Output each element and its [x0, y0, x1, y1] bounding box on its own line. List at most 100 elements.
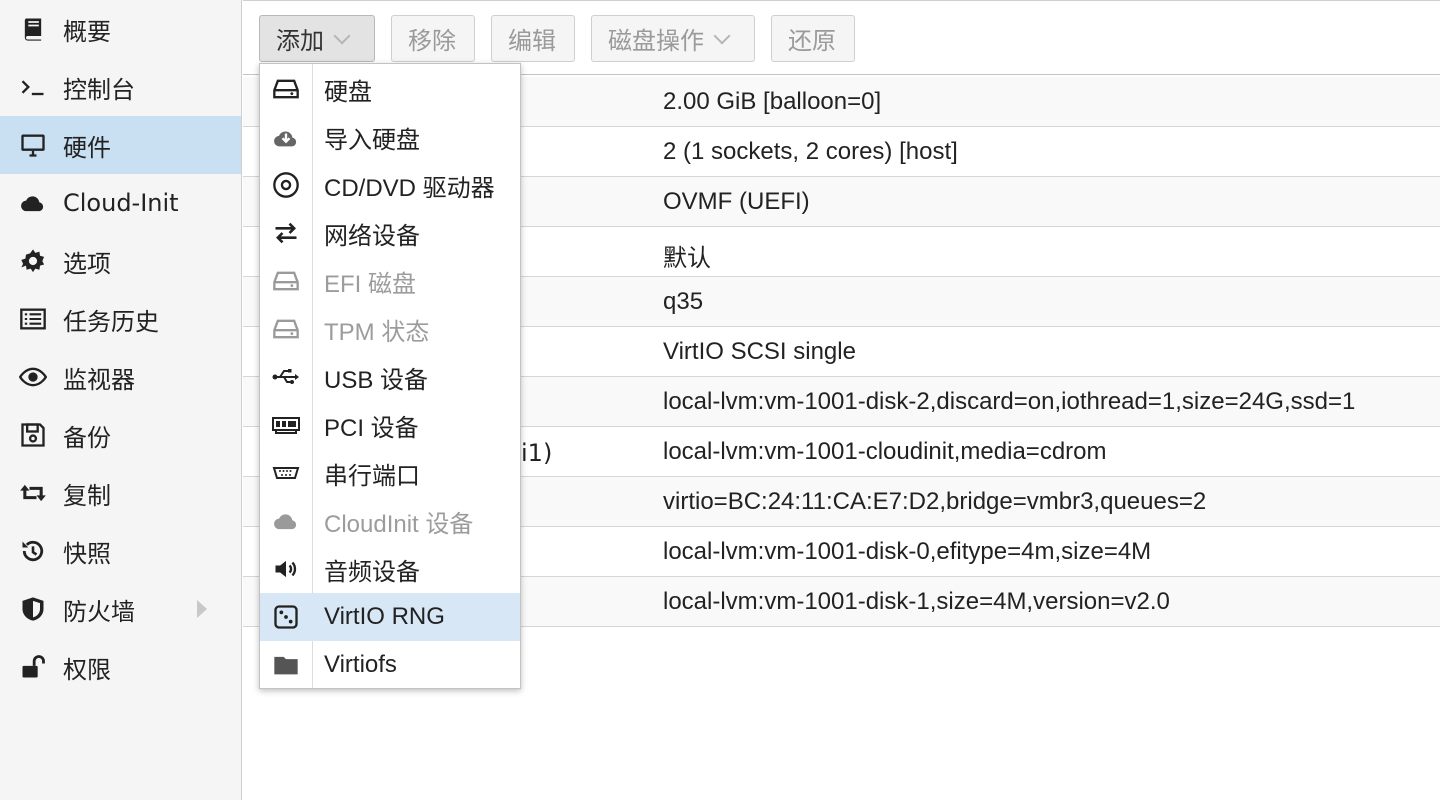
- menu-item-label: 硬盘: [324, 78, 372, 106]
- add-button-label: 添加: [276, 27, 324, 55]
- menu-item-pci-device[interactable]: PCI 设备: [260, 401, 520, 449]
- row-value: q35: [663, 288, 704, 315]
- menu-item-efi-disk[interactable]: EFI 磁盘: [260, 257, 520, 305]
- chevron-down-icon: [713, 27, 731, 44]
- usb-icon: [260, 353, 312, 401]
- menu-item-label: EFI 磁盘: [324, 270, 417, 298]
- hdd-icon: [260, 65, 312, 113]
- cloud-icon: [18, 188, 48, 218]
- retweet-icon: [18, 478, 48, 508]
- sidebar-item-monitor[interactable]: 监视器: [0, 348, 241, 406]
- pci-card-icon: [260, 401, 312, 449]
- menu-item-serial-port[interactable]: 串行端口: [260, 449, 520, 497]
- menu-item-virtiofs[interactable]: Virtiofs: [260, 641, 520, 689]
- sidebar-item-label: Cloud-Init: [63, 189, 179, 217]
- edit-button[interactable]: 编辑: [491, 15, 575, 62]
- menu-item-tpm-state[interactable]: TPM 状态: [260, 305, 520, 353]
- row-value: local-lvm:vm-1001-disk-1,size=4M,version…: [663, 588, 1170, 615]
- menu-item-hard-disk[interactable]: 硬盘: [260, 65, 520, 113]
- desktop-icon: [18, 130, 48, 160]
- menu-item-label: USB 设备: [324, 366, 429, 394]
- sidebar-item-label: 任务历史: [63, 307, 159, 336]
- revert-button[interactable]: 还原: [771, 15, 855, 62]
- sidebar-item-label: 选项: [63, 249, 111, 278]
- sidebar-item-options[interactable]: 选项: [0, 232, 241, 290]
- menu-item-cloudinit-device[interactable]: CloudInit 设备: [260, 497, 520, 545]
- menu-item-usb-device[interactable]: USB 设备: [260, 353, 520, 401]
- menu-item-label: 音频设备: [324, 558, 420, 586]
- cloud-download-icon: [260, 113, 312, 161]
- unlock-icon: [18, 652, 48, 682]
- sidebar-item-label: 硬件: [63, 133, 111, 162]
- menu-item-label: 导入硬盘: [324, 126, 420, 154]
- row-value: local-lvm:vm-1001-disk-2,discard=on,ioth…: [663, 388, 1356, 415]
- edit-button-label: 编辑: [508, 27, 556, 55]
- menu-item-label: Virtiofs: [324, 651, 397, 678]
- dice-icon: [260, 593, 312, 641]
- menu-item-virtio-rng[interactable]: VirtIO RNG: [260, 593, 520, 641]
- row-value: local-lvm:vm-1001-cloudinit,media=cdrom: [663, 438, 1107, 465]
- menu-item-label: 网络设备: [324, 222, 420, 250]
- sidebar-item-hardware[interactable]: 硬件: [0, 116, 241, 174]
- sidebar-item-label: 监视器: [63, 365, 135, 394]
- menu-item-label: PCI 设备: [324, 414, 419, 442]
- cloud-icon: [260, 497, 312, 545]
- menu-item-label: CloudInit 设备: [324, 510, 474, 538]
- terminal-icon: [18, 72, 48, 102]
- sidebar-item-firewall[interactable]: 防火墙: [0, 580, 241, 638]
- menu-item-label: VirtIO RNG: [324, 603, 445, 630]
- row-value: VirtIO SCSI single: [663, 338, 856, 365]
- menu-item-label: 串行端口: [324, 462, 420, 490]
- menu-item-network-device[interactable]: 网络设备: [260, 209, 520, 257]
- sidebar-item-label: 快照: [63, 539, 111, 568]
- menu-item-label: TPM 状态: [324, 318, 430, 346]
- sidebar-item-label: 控制台: [63, 75, 135, 104]
- sidebar-item-task-history[interactable]: 任务历史: [0, 290, 241, 348]
- add-dropdown-menu: 硬盘 导入硬盘 CD/DVD 驱动器 网络设备 EFI 磁盘 TPM 状态 US…: [259, 63, 521, 689]
- sidebar-item-permissions[interactable]: 权限: [0, 638, 241, 696]
- shield-icon: [18, 594, 48, 624]
- volume-icon: [260, 545, 312, 593]
- book-icon: [18, 14, 48, 44]
- sidebar-item-label: 备份: [63, 423, 111, 452]
- disk-action-button[interactable]: 磁盘操作: [591, 15, 755, 62]
- sidebar-item-backup[interactable]: 备份: [0, 406, 241, 464]
- row-name: i1): [521, 439, 553, 467]
- disk-action-button-label: 磁盘操作: [608, 27, 704, 55]
- remove-button[interactable]: 移除: [391, 15, 475, 62]
- row-value: 2 (1 sockets, 2 cores) [host]: [663, 138, 958, 165]
- serial-port-icon: [260, 449, 312, 497]
- sidebar-item-summary[interactable]: 概要: [0, 0, 241, 58]
- gear-icon: [18, 246, 48, 276]
- eye-icon: [18, 362, 48, 392]
- exchange-icon: [260, 209, 312, 257]
- sidebar-item-label: 权限: [63, 655, 111, 684]
- row-value: 2.00 GiB [balloon=0]: [663, 88, 882, 115]
- sidebar-item-label: 概要: [63, 17, 111, 46]
- row-value: local-lvm:vm-1001-disk-0,efitype=4m,size…: [663, 538, 1152, 565]
- sidebar-item-console[interactable]: 控制台: [0, 58, 241, 116]
- hdd-icon: [260, 257, 312, 305]
- sidebar-item-label: 防火墙: [63, 597, 135, 626]
- folder-icon: [260, 641, 312, 689]
- sidebar-item-label: 复制: [63, 481, 111, 510]
- row-value: OVMF (UEFI): [663, 188, 810, 215]
- sidebar-item-replication[interactable]: 复制: [0, 464, 241, 522]
- revert-button-label: 还原: [788, 27, 836, 55]
- menu-item-cd-dvd[interactable]: CD/DVD 驱动器: [260, 161, 520, 209]
- hdd-icon: [260, 305, 312, 353]
- list-icon: [18, 304, 48, 334]
- chevron-down-icon: [333, 27, 351, 44]
- optical-disc-icon: [260, 161, 312, 209]
- menu-item-import-disk[interactable]: 导入硬盘: [260, 113, 520, 161]
- expand-arrow-icon[interactable]: [197, 600, 207, 618]
- menu-item-label: CD/DVD 驱动器: [324, 174, 495, 202]
- row-value: 默认: [663, 245, 711, 272]
- menu-item-audio-device[interactable]: 音频设备: [260, 545, 520, 593]
- sidebar-item-cloud-init[interactable]: Cloud-Init: [0, 174, 241, 232]
- floppy-icon: [18, 420, 48, 450]
- sidebar-item-snapshot[interactable]: 快照: [0, 522, 241, 580]
- remove-button-label: 移除: [408, 27, 456, 55]
- add-button[interactable]: 添加: [259, 15, 375, 62]
- row-value: virtio=BC:24:11:CA:E7:D2,bridge=vmbr3,qu…: [663, 488, 1207, 515]
